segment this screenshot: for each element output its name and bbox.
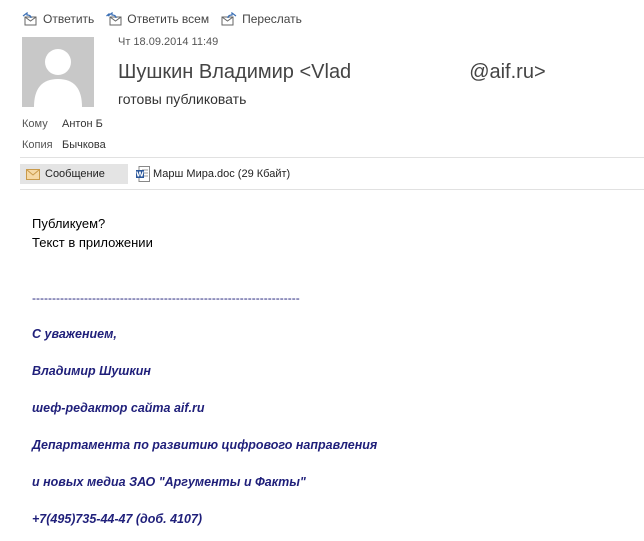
signature-phone: +7(495)735-44-47 (доб. 4107) — [32, 512, 203, 526]
attachment-file[interactable]: W Марш Мира.doc (29 Кбайт) — [136, 166, 290, 182]
header-divider — [20, 157, 644, 158]
signature-name: Владимир Шушкин — [32, 364, 151, 378]
forward-icon — [221, 12, 237, 26]
signature-regards: С уважением, — [32, 327, 117, 341]
action-toolbar: Ответить Ответить всем Переслать — [22, 10, 314, 28]
svg-text:W: W — [136, 171, 144, 179]
redacted-area — [351, 58, 469, 78]
body-line-2: Текст в приложении — [32, 235, 153, 250]
reply-all-button[interactable]: Ответить всем — [106, 12, 209, 26]
signature-company: и новых медиа ЗАО "Аргументы и Факты" — [32, 475, 306, 489]
attachment-bar: Сообщение W Марш Мира.doc (29 Кбайт) — [20, 164, 290, 184]
message-tab[interactable]: Сообщение — [20, 164, 128, 184]
sender[interactable]: Шушкин Владимир <Vlad @aif.ru> — [118, 58, 546, 84]
to-label: Кому — [22, 118, 48, 130]
cc-label: Копия — [22, 139, 53, 151]
signature-separator: ----------------------------------------… — [32, 291, 300, 305]
subject: готовы публиковать — [118, 91, 247, 107]
person-silhouette-icon — [34, 49, 82, 107]
forward-label: Переслать — [242, 12, 302, 26]
attachment-file-name: Марш Мира.doc (29 Кбайт) — [153, 168, 291, 180]
reply-label: Ответить — [43, 12, 95, 26]
word-doc-icon: W — [136, 166, 150, 182]
reply-icon — [22, 12, 37, 26]
reply-all-icon — [106, 12, 122, 26]
reply-all-label: Ответить всем — [127, 12, 210, 26]
body-line-1: Публикуем? — [32, 216, 106, 231]
reply-button[interactable]: Ответить — [22, 12, 94, 26]
body-divider — [20, 189, 644, 190]
signature-department: Департамента по развитию цифрового напра… — [32, 438, 378, 452]
avatar — [22, 37, 94, 107]
cc-recipient[interactable]: Бычкова Ека — [62, 139, 106, 151]
sender-name: Шушкин Владимир <Vlad — [118, 61, 352, 83]
forward-button[interactable]: Переслать — [221, 12, 302, 26]
sent-date: Чт 18.09.2014 11:49 — [118, 36, 219, 48]
envelope-icon — [26, 168, 40, 180]
sender-domain: @aif.ru> — [469, 61, 546, 83]
message-tab-label: Сообщение — [45, 168, 105, 180]
to-recipient[interactable]: Антон Б — [62, 118, 106, 130]
signature-position: шеф-редактор сайта aif.ru — [32, 401, 205, 415]
